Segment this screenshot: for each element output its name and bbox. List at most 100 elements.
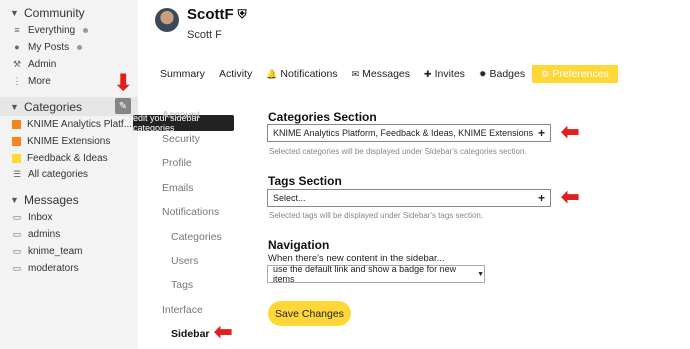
save-changes-button[interactable]: Save Changes: [268, 301, 351, 326]
sidebar: ▼ Community ≡ Everything ● My Posts ⚒ Ad…: [0, 0, 138, 349]
sidebar-item-label: knime_team: [28, 245, 83, 257]
plus-icon: +: [537, 191, 545, 205]
sidebar-item-label: Admin: [28, 58, 57, 70]
plus-icon: +: [537, 126, 545, 140]
sidebar-item-feedback-ideas[interactable]: Feedback & Ideas: [12, 150, 108, 166]
unread-dot: [83, 27, 89, 33]
tags-selector-placeholder: Select...: [273, 193, 306, 203]
pref-nav-emails[interactable]: Emails: [162, 182, 194, 194]
red-left-arrow-annotation: ⬅: [214, 319, 233, 344]
inbox-icon: ▭: [12, 262, 22, 273]
pref-nav-tags[interactable]: Tags: [171, 279, 193, 291]
red-down-arrow-annotation: ⬇: [114, 70, 133, 95]
categories-section-header[interactable]: ▼ Categories: [10, 100, 82, 114]
sidebar-item-everything[interactable]: ≡ Everything: [12, 22, 89, 38]
categories-hint: Selected categories will be displayed un…: [269, 147, 527, 156]
category-color-swatch: [12, 153, 21, 163]
pref-nav-account[interactable]: Account: [162, 109, 200, 121]
stack-icon: ≡: [14, 25, 20, 35]
red-left-arrow-annotation: ⬅: [561, 119, 580, 144]
pref-nav-notifications[interactable]: Notifications: [162, 206, 219, 218]
sidebar-item-label: KNIME Extensions: [27, 135, 111, 147]
tab-summary[interactable]: Summary: [153, 65, 212, 83]
sidebar-item-label: moderators: [28, 262, 79, 274]
list-icon: ☰: [12, 168, 22, 179]
profile-tabs: Summary Activity 🔔 Notifications ✉ Message…: [153, 65, 618, 83]
navigation-section-title: Navigation: [268, 238, 330, 252]
sidebar-item-label: My Posts: [28, 41, 70, 53]
pref-nav-users[interactable]: Users: [171, 255, 198, 267]
navigation-mode-select[interactable]: use the default link and show a badge fo…: [267, 264, 485, 284]
caret-down-icon: ▼: [477, 270, 484, 278]
sidebar-item-label: KNIME Analytics Platf...: [27, 118, 133, 130]
red-left-arrow-annotation: ⬅: [561, 184, 580, 209]
tab-label: Preferences: [552, 68, 609, 80]
pref-nav-categories[interactable]: Categories: [171, 231, 222, 243]
categories-selector-value: KNIME Analytics Platform, Feedback & Ide…: [273, 128, 534, 138]
pref-nav-sidebar[interactable]: Sidebar: [171, 328, 210, 340]
avatar[interactable]: [155, 8, 179, 32]
navigation-description: When there's new content in the sidebar.…: [268, 253, 445, 264]
shield-icon: ⛨: [237, 7, 247, 21]
unread-dot: [77, 44, 83, 50]
sidebar-item-label: Inbox: [28, 211, 53, 223]
sidebar-item-label: Feedback & Ideas: [27, 152, 108, 164]
navigation-mode-value: use the default link and show a badge fo…: [273, 264, 457, 284]
sidebar-item-knime-extensions[interactable]: KNIME Extensions: [12, 133, 110, 149]
categories-selector[interactable]: KNIME Analytics Platform, Feedback & Ide…: [267, 124, 551, 142]
sidebar-item-label: Everything: [28, 24, 76, 36]
sidebar-item-all-categories[interactable]: ☰ All categories: [12, 166, 88, 182]
chevron-down-icon: ▼: [10, 8, 19, 18]
tab-badges[interactable]: ✹ Badges: [472, 65, 532, 83]
pref-nav-profile[interactable]: Profile: [162, 157, 192, 169]
badge-icon: ✹: [478, 68, 487, 79]
tags-section-title: Tags Section: [268, 174, 342, 188]
user-icon: ●: [14, 42, 20, 52]
envelope-icon: ✉: [351, 68, 360, 79]
tags-selector[interactable]: Select... +: [267, 189, 551, 207]
sidebar-item-label: All categories: [28, 168, 89, 180]
sidebar-item-my-posts[interactable]: ● My Posts: [12, 39, 83, 55]
sidebar-item-more[interactable]: ⋮ More: [12, 73, 51, 89]
categories-title: Categories: [24, 100, 83, 114]
inbox-icon: ▭: [12, 245, 22, 256]
pref-nav-interface[interactable]: Interface: [162, 304, 203, 316]
pencil-icon: ✎: [118, 100, 128, 112]
tab-activity[interactable]: Activity: [212, 65, 259, 83]
tab-preferences[interactable]: ⚙ Preferences: [532, 65, 618, 83]
messages-section-header[interactable]: ▼ Messages: [10, 193, 79, 207]
user-plus-icon: ✚: [424, 68, 432, 79]
tab-notifications[interactable]: 🔔 Notifications: [259, 65, 344, 83]
tab-label: Notifications: [280, 68, 338, 80]
tab-label: Invites: [434, 68, 465, 80]
category-color-swatch: [12, 136, 21, 146]
tab-messages[interactable]: ✉ Messages: [345, 65, 417, 83]
tags-hint: Selected tags will be displayed under Si…: [269, 211, 484, 220]
bell-icon: 🔔: [266, 68, 278, 79]
sidebar-item-admins[interactable]: ▭ admins: [12, 226, 61, 242]
username: ScottF: [187, 6, 234, 23]
pref-nav-security[interactable]: Security: [162, 133, 200, 145]
sidebar-item-knime-analytics[interactable]: KNIME Analytics Platf...: [12, 116, 132, 132]
sidebar-item-moderators[interactable]: ▭ moderators: [12, 260, 79, 276]
inbox-icon: ▭: [12, 211, 22, 222]
full-name: Scott F: [187, 29, 222, 41]
community-title: Community: [24, 6, 85, 20]
categories-section-title: Categories Section: [268, 110, 377, 124]
sidebar-item-admin[interactable]: ⚒ Admin: [12, 56, 56, 72]
sidebar-item-knime-team[interactable]: ▭ knime_team: [12, 243, 83, 259]
sidebar-item-inbox[interactable]: ▭ Inbox: [12, 209, 53, 225]
chevron-down-icon: ▼: [10, 102, 19, 112]
sidebar-item-label: More: [28, 75, 51, 87]
category-color-swatch: [12, 119, 21, 129]
tab-label: Activity: [218, 68, 253, 80]
edit-categories-button[interactable]: ✎: [115, 98, 131, 114]
sidebar-item-label: admins: [28, 228, 61, 240]
vertical-dots-icon: ⋮: [12, 75, 22, 86]
gear-icon: ⚙: [541, 68, 550, 79]
tab-label: Messages: [362, 68, 411, 80]
username-heading: ScottF ⛨: [187, 6, 247, 23]
community-section-header[interactable]: ▼ Community: [10, 6, 85, 20]
messages-title: Messages: [24, 193, 79, 207]
tab-invites[interactable]: ✚ Invites: [417, 65, 472, 83]
